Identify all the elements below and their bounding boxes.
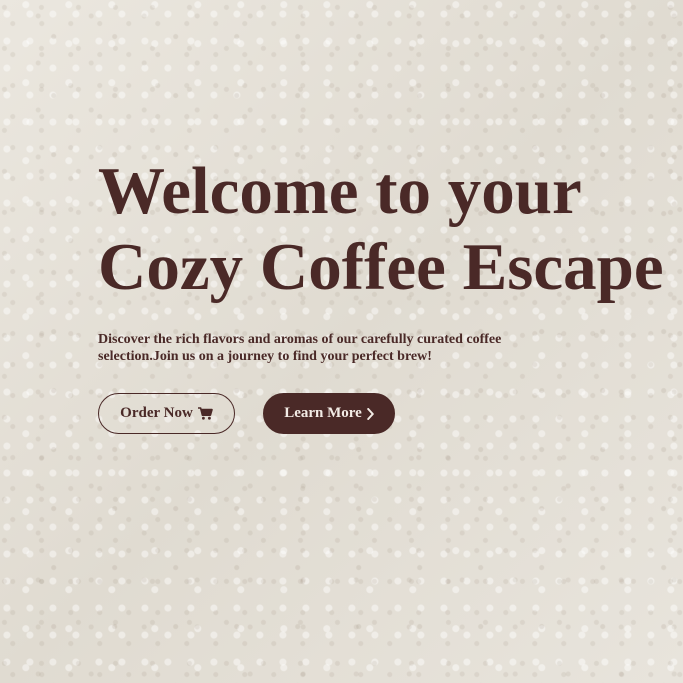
hero-headline: Welcome to your Cozy Coffee Escape — [98, 153, 668, 305]
hero-description: Discover the rich flavors and aromas of … — [98, 332, 502, 364]
learn-more-button[interactable]: Learn More — [263, 393, 395, 434]
headline-line-1: Welcome to your — [98, 154, 582, 228]
shopping-cart-icon — [197, 407, 213, 420]
chevron-right-icon — [367, 407, 374, 420]
hero-section: Welcome to your Cozy Coffee Escape Disco… — [98, 153, 668, 434]
hero-actions: Order Now Learn More — [98, 393, 668, 434]
order-now-label: Order Now — [120, 405, 193, 421]
order-now-button[interactable]: Order Now — [98, 393, 235, 434]
headline-line-2: Cozy Coffee Escape — [98, 230, 664, 304]
learn-more-label: Learn More — [284, 405, 362, 421]
